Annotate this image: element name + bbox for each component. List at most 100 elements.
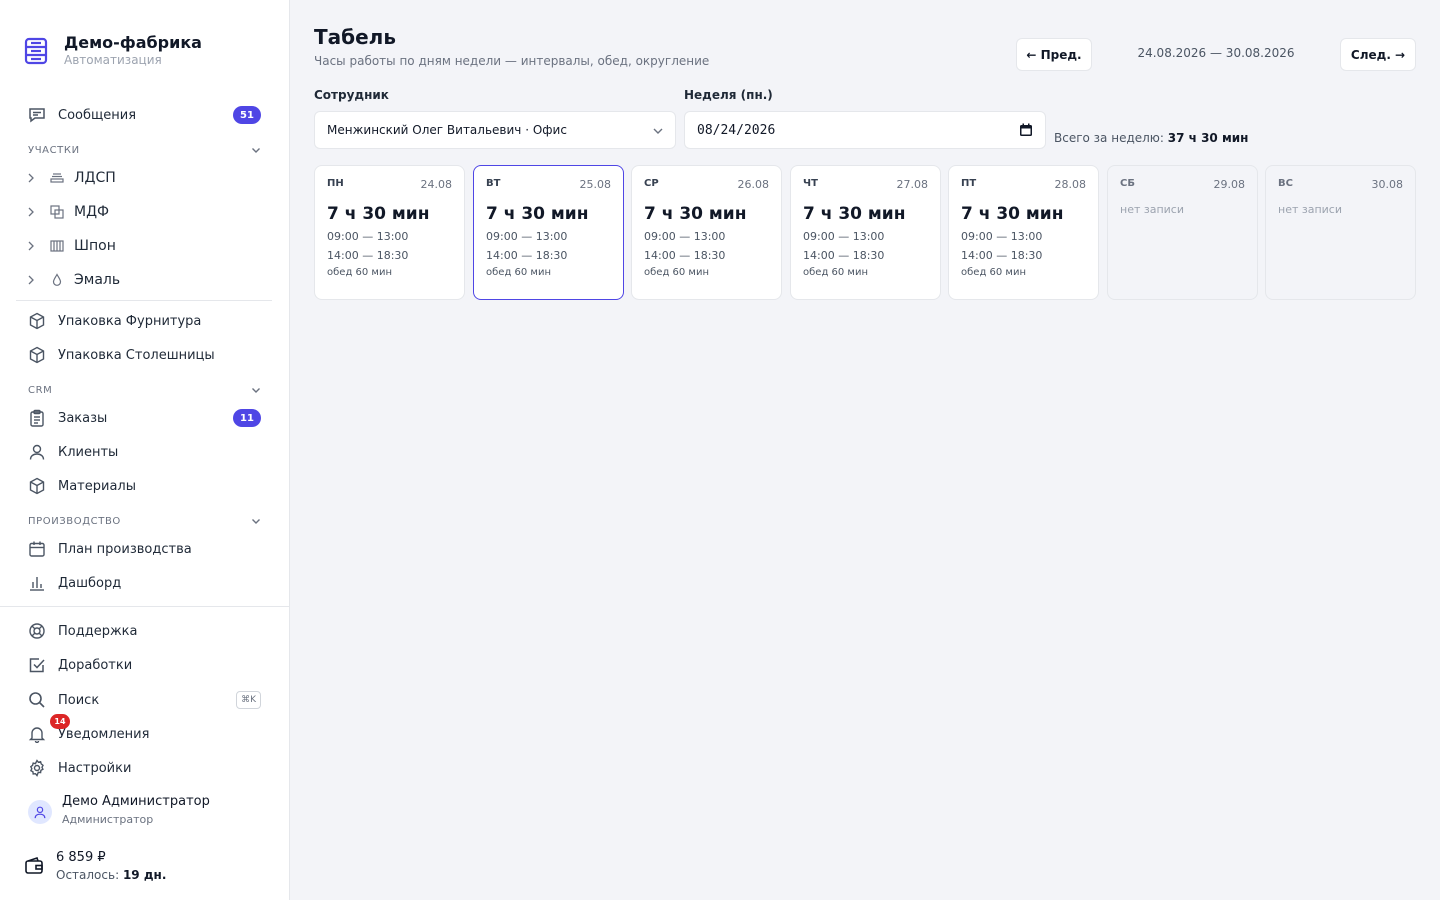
gear-icon	[28, 759, 46, 777]
sidebar-item-packaging-hardware[interactable]: Упаковка Фурнитура	[16, 305, 274, 337]
day-date: 24.08	[420, 178, 453, 191]
checkbox-icon	[28, 656, 46, 674]
sidebar-item-ldsp[interactable]: ЛДСП	[24, 163, 274, 193]
sidebar-item-mdf[interactable]: МДФ	[24, 197, 274, 227]
page-title: Табель	[314, 25, 396, 49]
section-toggle-production[interactable]: ПРОИЗВОДСТВО	[28, 513, 262, 529]
brand[interactable]: Демо-фабрика Автоматизация	[24, 34, 202, 67]
layers-icon	[50, 171, 64, 185]
calendar-icon[interactable]	[1019, 123, 1033, 137]
day-card-wed[interactable]: СР 26.08 7 ч 30 мин 09:00 — 13:00 14:00 —…	[631, 165, 782, 300]
employee-label: Сотрудник	[314, 88, 389, 102]
sidebar-item-label: Клиенты	[58, 444, 119, 460]
day-name: ВС	[1278, 178, 1293, 189]
day-card-sun[interactable]: ВС 30.08 нет записи	[1265, 165, 1416, 300]
divider	[16, 300, 272, 301]
chevron-right-icon	[24, 239, 38, 253]
week-date-input[interactable]: 08/24/2026	[684, 111, 1046, 149]
next-week-button[interactable]: След. →	[1340, 38, 1416, 71]
sidebar-item-notifications[interactable]: 14 Уведомления	[16, 714, 274, 750]
section-title: УЧАСТКИ	[28, 144, 80, 156]
day-name: ПН	[327, 178, 344, 189]
chevron-right-icon	[24, 273, 38, 287]
day-date: 27.08	[896, 178, 929, 191]
day-interval: 14:00 — 18:30	[327, 249, 409, 262]
sidebar: Демо-фабрика Автоматизация Сообщения 51 …	[0, 0, 290, 900]
sidebar-item-improvements[interactable]: Доработки	[16, 649, 274, 681]
chevron-down-icon	[250, 515, 262, 527]
notifications-count-badge: 14	[50, 714, 70, 729]
week-total: Всего за неделю: 37 ч 30 мин	[1054, 131, 1248, 145]
sidebar-item-messages[interactable]: Сообщения 51	[16, 99, 274, 131]
section-toggle-areas[interactable]: УЧАСТКИ	[28, 142, 262, 158]
sidebar-item-orders[interactable]: Заказы 11	[16, 402, 274, 434]
sidebar-item-label: Упаковка Столешницы	[58, 347, 215, 363]
server-stack-icon	[24, 37, 48, 65]
day-name: ПТ	[961, 178, 977, 189]
day-interval: 09:00 — 13:00	[327, 230, 409, 243]
sidebar-item-label: Доработки	[58, 657, 133, 673]
sidebar-item-label: Материалы	[58, 478, 136, 494]
employee-select[interactable]: Менжинский Олег Витальевич · Офис	[314, 111, 676, 149]
sidebar-item-veneer[interactable]: Шпон	[24, 231, 274, 261]
sidebar-item-label: План производства	[58, 541, 192, 557]
employee-value: Менжинский Олег Витальевич · Офис	[327, 123, 567, 137]
day-hours: 7 ч 30 мин	[327, 204, 430, 224]
sidebar-item-packaging-countertops[interactable]: Упаковка Столешницы	[16, 339, 274, 371]
brand-name: Демо-фабрика	[64, 33, 202, 52]
orders-count-badge: 11	[233, 409, 261, 427]
sidebar-item-label: Уведомления	[58, 726, 150, 742]
sidebar-item-support[interactable]: Поддержка	[16, 615, 274, 647]
clipboard-icon	[28, 409, 46, 427]
no-record-text: нет записи	[1120, 203, 1184, 216]
day-lunch: обед 60 мин	[327, 267, 393, 278]
sidebar-item-label: Заказы	[58, 410, 108, 426]
search-icon	[28, 691, 46, 709]
sidebar-item-label: Поддержка	[58, 623, 138, 639]
day-interval: 09:00 — 13:00	[961, 230, 1043, 243]
bar-chart-icon	[28, 574, 46, 592]
sidebar-item-label: Упаковка Фурнитура	[58, 313, 202, 329]
user-profile[interactable]: Демо Администратор Администратор	[28, 794, 210, 827]
day-card-fri[interactable]: ПТ 28.08 7 ч 30 мин 09:00 — 13:00 14:00 —…	[948, 165, 1099, 300]
sidebar-item-settings[interactable]: Настройки	[16, 752, 274, 784]
day-hours: 7 ч 30 мин	[803, 204, 906, 224]
day-card-mon[interactable]: ПН 24.08 7 ч 30 мин 09:00 — 13:00 14:00 —…	[314, 165, 465, 300]
sidebar-item-materials[interactable]: Материалы	[16, 470, 274, 502]
day-name: ВТ	[486, 178, 501, 189]
copy-icon	[50, 205, 64, 219]
sidebar-item-clients[interactable]: Клиенты	[16, 436, 274, 468]
sidebar-item-production-plan[interactable]: План производства	[16, 533, 274, 565]
sidebar-item-label: Шпон	[74, 238, 116, 254]
wallet[interactable]: 6 859 ₽ Осталось: 19 дн.	[24, 850, 166, 883]
main-content: Табель Часы работы по дням недели — инте…	[290, 0, 1440, 900]
day-card-tue[interactable]: ВТ 25.08 7 ч 30 мин 09:00 — 13:00 14:00 —…	[473, 165, 624, 300]
user-name: Демо Администратор	[62, 794, 210, 809]
sidebar-item-search[interactable]: Поиск ⌘K	[16, 684, 274, 716]
day-card-sat[interactable]: СБ 29.08 нет записи	[1107, 165, 1258, 300]
page-subtitle: Часы работы по дням недели — интервалы, …	[314, 54, 710, 68]
section-toggle-crm[interactable]: CRM	[28, 382, 262, 398]
day-date: 26.08	[737, 178, 770, 191]
day-interval: 14:00 — 18:30	[644, 249, 726, 262]
remaining-label: Осталось:	[56, 868, 120, 882]
day-name: СР	[644, 178, 659, 189]
day-name: ЧТ	[803, 178, 818, 189]
calendar-icon	[28, 540, 46, 558]
sidebar-item-dashboard[interactable]: Дашборд	[16, 567, 274, 599]
date-range: 24.08.2026 — 30.08.2026	[1137, 46, 1295, 60]
messages-count-badge: 51	[233, 106, 261, 124]
prev-week-button[interactable]: ← Пред.	[1016, 38, 1092, 71]
lifebuoy-icon	[28, 622, 46, 640]
day-lunch: обед 60 мин	[803, 267, 869, 278]
brand-subtitle: Автоматизация	[64, 53, 162, 67]
section-title: ПРОИЗВОДСТВО	[28, 515, 121, 527]
day-date: 30.08	[1371, 178, 1404, 191]
day-interval: 09:00 — 13:00	[803, 230, 885, 243]
columns-icon	[50, 239, 64, 253]
day-card-thu[interactable]: ЧТ 27.08 7 ч 30 мин 09:00 — 13:00 14:00 —…	[790, 165, 941, 300]
sidebar-item-enamel[interactable]: Эмаль	[24, 265, 274, 295]
box-icon	[28, 312, 46, 330]
chevron-right-icon	[24, 205, 38, 219]
day-date: 28.08	[1054, 178, 1087, 191]
